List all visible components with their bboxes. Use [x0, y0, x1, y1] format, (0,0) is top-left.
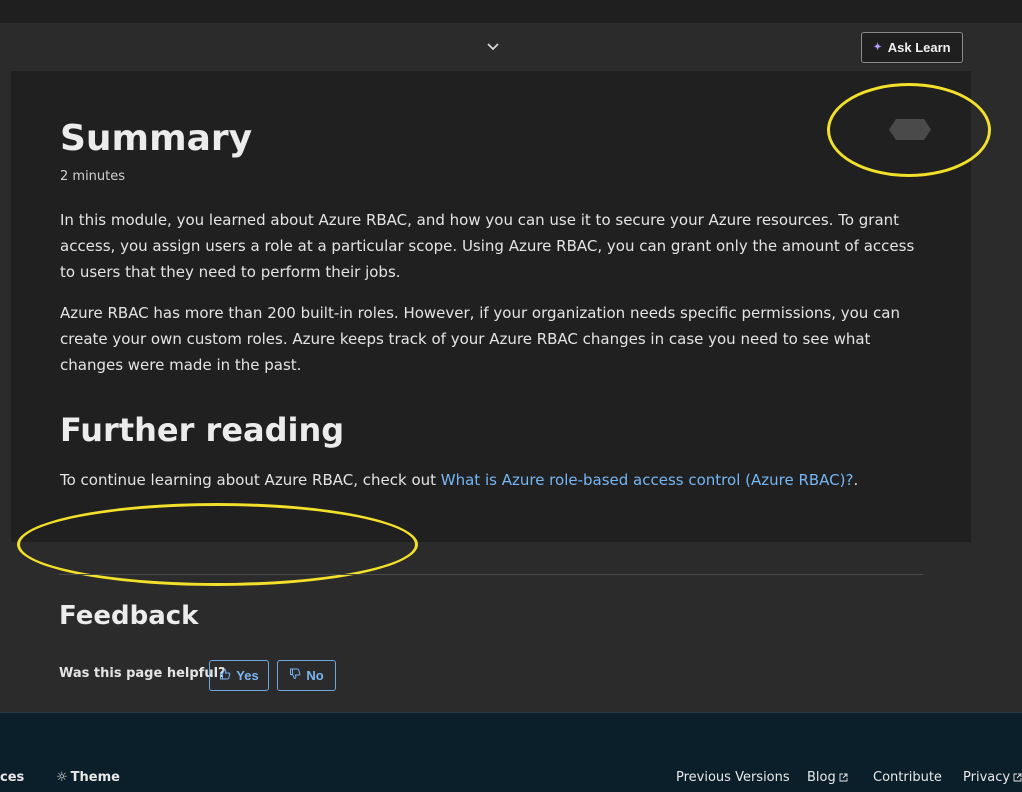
footer-previous-versions-link[interactable]: Previous Versions [676, 770, 790, 785]
feedback-yes-button[interactable]: Yes [209, 660, 269, 691]
external-link-icon [839, 773, 848, 782]
blog-label: Blog [807, 770, 836, 785]
top-bar [0, 0, 1022, 23]
azure-rbac-link[interactable]: What is Azure role-based access control … [441, 471, 854, 489]
footer-services-link[interactable]: ces [0, 770, 24, 785]
footer-blog-link[interactable]: Blog [807, 770, 848, 785]
thumbs-down-icon [289, 668, 301, 683]
further-reading-heading: Further reading [60, 411, 345, 449]
summary-paragraph-1: In this module, you learned about Azure … [60, 211, 915, 281]
thumbs-up-icon [219, 668, 231, 683]
further-reading-text: To continue learning about Azure RBAC, c… [60, 469, 858, 491]
further-reading-intro: To continue learning about Azure RBAC, c… [60, 471, 441, 489]
page-title: Summary [60, 118, 253, 159]
footer-privacy-link[interactable]: Privacy [963, 770, 1022, 785]
feedback-heading: Feedback [59, 601, 199, 631]
external-link-icon [1013, 773, 1022, 782]
sun-icon: ☼ [56, 770, 68, 785]
further-reading-suffix: . [853, 471, 859, 489]
privacy-label: Privacy [963, 770, 1011, 785]
footer [0, 712, 1022, 792]
reading-duration: 2 minutes [60, 169, 126, 184]
summary-paragraph-2: Azure RBAC has more than 200 built-in ro… [60, 304, 901, 374]
sparkle-icon: ✦ [873, 42, 882, 53]
ask-learn-button[interactable]: ✦ Ask Learn [861, 32, 963, 63]
section-divider [59, 574, 923, 575]
annotation-circle-top [827, 83, 991, 177]
chevron-down-icon[interactable] [485, 39, 501, 53]
feedback-yes-label: Yes [236, 668, 259, 683]
helpful-question: Was this page helpful? [59, 666, 226, 681]
theme-toggle[interactable]: ☼ Theme [56, 770, 120, 785]
ask-learn-label: Ask Learn [887, 40, 951, 55]
footer-contribute-link[interactable]: Contribute [873, 770, 942, 785]
feedback-no-button[interactable]: No [277, 660, 336, 691]
feedback-no-label: No [306, 668, 324, 683]
theme-label: Theme [70, 770, 120, 785]
